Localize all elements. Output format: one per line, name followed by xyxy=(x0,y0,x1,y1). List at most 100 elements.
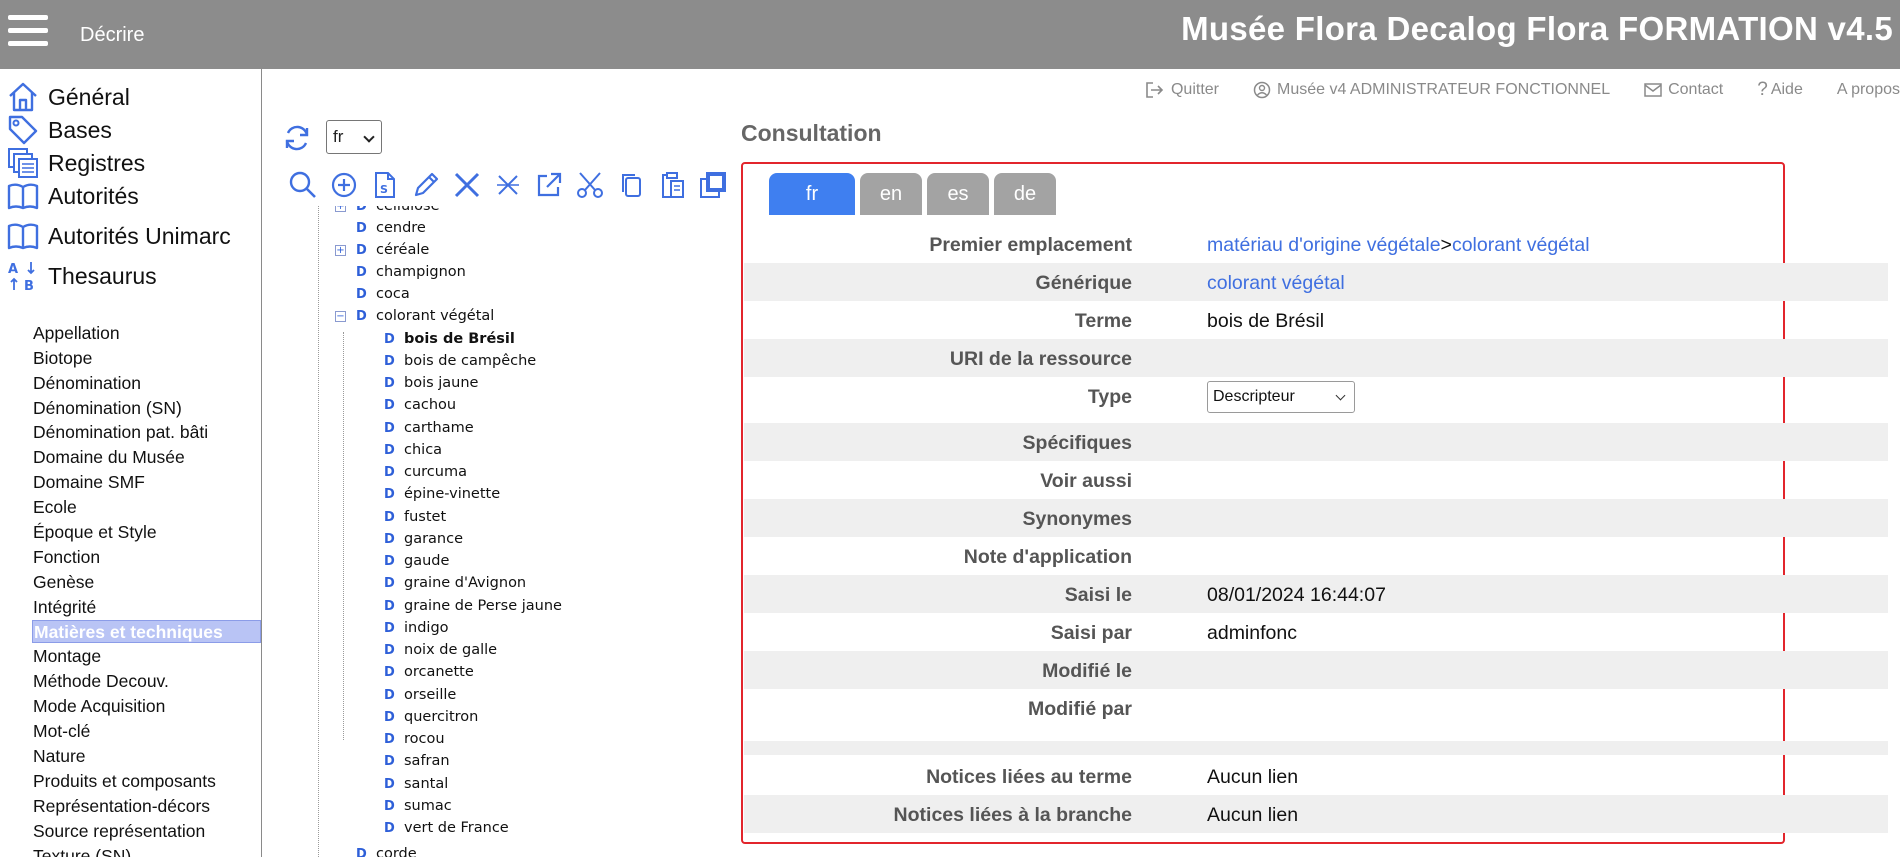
sidebar-subitem[interactable]: Ecole xyxy=(32,496,261,519)
header-section-title: Décrire xyxy=(80,24,145,46)
tree-node[interactable]: Dnoix de galle xyxy=(384,639,497,661)
generic-term-link[interactable]: colorant végétal xyxy=(1207,272,1345,294)
tree-node[interactable]: Dorcanette xyxy=(384,661,474,683)
tree-node[interactable]: Dindigo xyxy=(384,617,449,639)
external-link-icon[interactable] xyxy=(528,168,569,202)
sidebar-subitem[interactable]: Méthode Decouv. xyxy=(32,670,261,693)
contact-link[interactable]: Contact xyxy=(1644,79,1723,101)
descriptor-icon: D xyxy=(356,308,367,324)
field-specifiques: Spécifiques xyxy=(744,423,1888,461)
sidebar-subitem[interactable]: Représentation-décors xyxy=(32,795,261,818)
add-circle-icon[interactable] xyxy=(323,168,364,202)
duplicate-icon[interactable] xyxy=(692,168,733,202)
tree-node[interactable]: Dbois de campêche xyxy=(384,350,536,372)
tree-node[interactable]: Dgaude xyxy=(384,550,449,572)
help-link[interactable]: ? Aide xyxy=(1757,79,1803,101)
sidebar-subitem[interactable]: Dénomination xyxy=(32,372,261,395)
type-select[interactable]: Descripteur xyxy=(1207,381,1355,413)
language-select[interactable]: fr xyxy=(326,120,382,154)
tree-node[interactable]: Drocou xyxy=(384,728,445,750)
sidebar-subitem[interactable]: Genèse xyxy=(32,571,261,594)
tab-fr[interactable]: fr xyxy=(769,173,855,215)
tree-node[interactable]: Dgarance xyxy=(384,528,463,550)
sidebar-item-registres[interactable]: Registres xyxy=(6,145,145,181)
sidebar-subitem[interactable]: Mot-clé xyxy=(32,720,261,743)
about-link[interactable]: A propos xyxy=(1837,79,1900,101)
paste-icon[interactable] xyxy=(651,168,692,202)
collapse-toggle[interactable]: − xyxy=(335,311,346,322)
sidebar-subitem[interactable]: Montage xyxy=(32,645,261,668)
tree-node[interactable]: Dfustet xyxy=(384,506,446,528)
sidebar-subitem[interactable]: Mode Acquisition xyxy=(32,695,261,718)
tree-node[interactable]: Dsafran xyxy=(384,750,450,772)
delete-x-icon[interactable] xyxy=(446,168,487,202)
user-link[interactable]: Musée v4 ADMINISTRATEUR FONCTIONNEL xyxy=(1253,79,1610,101)
sidebar-subitem[interactable]: Domaine du Musée xyxy=(32,446,261,469)
breadcrumb-link[interactable]: colorant végétal xyxy=(1452,234,1590,256)
sidebar-subitem[interactable]: Source représentation xyxy=(32,820,261,843)
sidebar-item-thesaurus[interactable]: AB Thesaurus xyxy=(6,258,157,294)
tree-node[interactable]: Dcolorant végétal xyxy=(356,305,494,327)
sidebar-item-label: Registres xyxy=(48,149,146,176)
quit-link[interactable]: Quitter xyxy=(1145,79,1219,101)
descriptor-icon: D xyxy=(384,420,395,436)
app-title: Musée Flora Decalog Flora FORMATION v4.5 xyxy=(1181,10,1893,47)
copy-icon[interactable] xyxy=(610,168,651,202)
scissors-icon[interactable] xyxy=(569,168,610,202)
hamburger-menu-icon[interactable] xyxy=(8,15,48,47)
tree-node[interactable]: Dépine-vinette xyxy=(384,483,500,505)
sidebar-subitem[interactable]: Époque et Style xyxy=(32,521,261,544)
tab-en[interactable]: en xyxy=(860,173,922,215)
tree-node[interactable]: Dchica xyxy=(384,439,442,461)
sidebar-subitem[interactable]: Nature xyxy=(32,745,261,768)
sidebar-subitem[interactable]: Produits et composants xyxy=(32,770,261,793)
tree-node-selected[interactable]: Dbois de Brésil xyxy=(384,328,515,350)
sidebar-subitem[interactable]: Dénomination (SN) xyxy=(32,397,261,420)
breadcrumb-link[interactable]: matériau d'origine végétale xyxy=(1207,234,1441,256)
tree-node[interactable]: Dsumac xyxy=(384,795,452,817)
tree-node[interactable]: Dcarthame xyxy=(384,417,474,439)
tree-node[interactable]: Dsantal xyxy=(384,773,448,795)
refresh-icon[interactable] xyxy=(282,123,312,158)
new-document-icon[interactable]: S xyxy=(364,168,405,202)
sidebar-subitem[interactable]: Dénomination pat. bâti xyxy=(32,421,261,444)
tree-node[interactable]: Dgraine de Perse jaune xyxy=(384,595,562,617)
sidebar-item-general[interactable]: Général xyxy=(6,79,130,115)
registers-icon xyxy=(8,148,38,178)
tree-node[interactable]: Dcurcuma xyxy=(384,461,467,483)
cut-x-icon[interactable] xyxy=(487,168,528,202)
tree-node[interactable]: Dquercitron xyxy=(384,706,478,728)
tab-de[interactable]: de xyxy=(994,173,1056,215)
field-modifie-le: Modifié le xyxy=(744,651,1888,689)
edit-pencil-icon[interactable] xyxy=(405,168,446,202)
tree-node[interactable]: Dcorde xyxy=(356,843,417,857)
sidebar-subitem[interactable]: Texture (SN) xyxy=(32,845,261,857)
tree-node[interactable]: Dbois jaune xyxy=(384,372,478,394)
descriptor-icon: D xyxy=(384,664,395,680)
tree-node[interactable]: Dcellulose xyxy=(356,206,440,217)
tree-node[interactable]: Dcoca xyxy=(356,283,410,305)
sidebar-subitem[interactable]: Intégrité xyxy=(32,596,261,619)
sidebar-subitem[interactable]: Fonction xyxy=(32,546,261,569)
sidebar-subitem[interactable]: Biotope xyxy=(32,347,261,370)
search-icon[interactable] xyxy=(282,168,323,202)
tab-es[interactable]: es xyxy=(927,173,989,215)
sidebar-item-autorites-unimarc[interactable]: Autorités Unimarc xyxy=(6,218,231,254)
tree-node[interactable]: Dcendre xyxy=(356,217,426,239)
descriptor-icon: D xyxy=(356,242,367,258)
tree-node[interactable]: Dvert de France xyxy=(384,817,509,839)
sidebar-item-bases[interactable]: Bases xyxy=(6,112,112,148)
sidebar-item-autorites[interactable]: Autorités xyxy=(6,178,139,214)
top-links: Quitter Musée v4 ADMINISTRATEUR FONCTION… xyxy=(1111,79,1900,101)
tree-node[interactable]: Dcachou xyxy=(384,394,456,416)
tree-node[interactable]: Dorseille xyxy=(384,684,456,706)
tree-node[interactable]: Dgraine d'Avignon xyxy=(384,572,526,594)
sidebar-subitem[interactable]: Appellation xyxy=(32,322,261,345)
sidebar-subitem-selected[interactable]: Matières et techniques xyxy=(32,620,261,643)
field-generique: Générique colorant végétal xyxy=(744,263,1888,301)
expand-toggle[interactable]: + xyxy=(335,245,346,256)
expand-toggle[interactable]: + xyxy=(335,206,346,212)
sidebar-subitem[interactable]: Domaine SMF xyxy=(32,471,261,494)
tree-node[interactable]: Dcéréale xyxy=(356,239,429,261)
tree-node[interactable]: Dchampignon xyxy=(356,261,466,283)
